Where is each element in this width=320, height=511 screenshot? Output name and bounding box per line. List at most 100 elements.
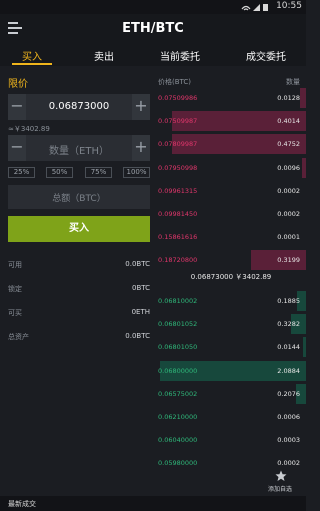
ask-depth-bar: [302, 157, 306, 178]
ask-quantity: 0.0002: [277, 210, 300, 218]
ask-price: 0.07509986: [158, 94, 198, 102]
order-type-selector[interactable]: 限价: [8, 75, 28, 90]
amount-stepper: − 数量（ETH） +: [8, 135, 150, 161]
bid-row[interactable]: 0.06210000 0.0006: [156, 406, 306, 428]
order-book-header: 价格(BTC) 数量: [156, 77, 306, 87]
price-stepper: − 0.06873000 +: [8, 94, 150, 120]
balance-value: 0ETH: [131, 308, 150, 316]
bid-price: 0.06801052: [158, 320, 198, 329]
price-increment-button[interactable]: +: [132, 94, 150, 120]
price-decrement-button[interactable]: −: [8, 94, 26, 120]
bid-row[interactable]: 0.06810002 0.1885: [156, 290, 306, 312]
order-form: 限价 − 0.06873000 + ≈￥3402.89 − 数量（ETH） + …: [0, 66, 156, 496]
balance-value: 0.0BTC: [125, 332, 150, 340]
ask-row[interactable]: 0.07509987 0.4014: [156, 110, 306, 132]
ask-row[interactable]: 0.18720800 0.3199: [156, 249, 306, 271]
balance-locked: 锁定 0BTC: [8, 284, 150, 296]
amount-input[interactable]: 数量（ETH）: [26, 142, 132, 157]
price-input[interactable]: 0.06873000: [26, 101, 132, 112]
bid-row[interactable]: 0.06575002 0.2076: [156, 383, 306, 405]
ask-row[interactable]: 0.07509986 0.0128: [156, 87, 306, 109]
balance-label: 总资产: [8, 333, 29, 341]
latest-trades-bar[interactable]: 最新成交: [0, 496, 306, 511]
percent-selector: 25% 50% 75% 100%: [8, 167, 150, 178]
add-favorite-button[interactable]: 添加自选: [262, 470, 298, 494]
balance-label: 锁定: [8, 285, 22, 293]
star-icon: [275, 470, 287, 481]
bid-price: 0.06810002: [158, 297, 198, 305]
ask-quantity: 0.0128: [277, 94, 300, 102]
bid-price: 0.06800000: [158, 366, 198, 375]
ask-quantity: 0.3199: [277, 256, 300, 265]
top-bar: ETH/BTC: [0, 14, 306, 44]
ask-row[interactable]: 0.15861616 0.0001: [156, 226, 306, 248]
ask-price: 0.07950998: [158, 163, 198, 172]
ask-price: 0.09981450: [158, 210, 198, 218]
ask-price: 0.07809987: [158, 140, 198, 149]
ask-price: 0.07509987: [158, 117, 198, 126]
bid-depth-bar: [303, 337, 306, 358]
ask-depth-bar: [300, 88, 306, 108]
bid-price: 0.05980000: [158, 459, 198, 468]
percent-25-button[interactable]: 25%: [8, 167, 35, 178]
pair-title: ETH/BTC: [122, 21, 184, 36]
balance-available: 可用 0.0BTC: [8, 260, 150, 272]
ask-quantity: 0.0096: [277, 163, 300, 172]
ask-price: 0.18720800: [158, 256, 198, 265]
ask-quantity: 0.4014: [277, 117, 300, 126]
total-input[interactable]: 总额（BTC）: [8, 185, 150, 209]
status-time: 10:55: [276, 1, 302, 11]
ask-price: 0.15861616: [158, 233, 198, 242]
bid-quantity: 0.2076: [277, 389, 300, 398]
percent-100-button[interactable]: 100%: [123, 167, 150, 178]
price-column-header: 价格(BTC): [158, 78, 192, 86]
balance-label: 可买: [8, 309, 22, 317]
percent-75-button[interactable]: 75%: [85, 167, 112, 178]
quantity-column-header: 数量: [286, 78, 300, 86]
trade-tabs: 买入 卖出 当前委托 成交委托: [0, 44, 306, 66]
bid-quantity: 2.0884: [277, 366, 300, 375]
bid-quantity: 0.3282: [277, 320, 300, 329]
bid-quantity: 0.1885: [277, 297, 300, 305]
ask-row[interactable]: 0.07809987 0.4752: [156, 133, 306, 155]
add-favorite-label: 添加自选: [267, 486, 292, 493]
status-bar: 10:55: [0, 0, 306, 14]
amount-decrement-button[interactable]: −: [8, 135, 26, 161]
bid-quantity: 0.0002: [277, 459, 300, 468]
ask-quantity: 0.0002: [277, 186, 300, 195]
bid-price: 0.06040000: [158, 436, 198, 445]
bid-row[interactable]: 0.06800000 2.0884: [156, 360, 306, 382]
bid-price: 0.06575002: [158, 389, 198, 398]
bid-row[interactable]: 0.06801050 0.0144: [156, 336, 306, 358]
bid-row[interactable]: 0.06801052 0.3282: [156, 313, 306, 335]
ask-row[interactable]: 0.07950998 0.0096: [156, 157, 306, 179]
tab-filled-orders[interactable]: 成交委托: [246, 48, 286, 63]
price-cny-estimate: ≈￥3402.89: [8, 125, 50, 133]
ask-price: 0.09961315: [158, 186, 198, 195]
tab-buy[interactable]: 买入: [22, 48, 42, 63]
ask-row[interactable]: 0.09981450 0.0002: [156, 203, 306, 225]
ask-row[interactable]: 0.09961315 0.0002: [156, 180, 306, 202]
bid-quantity: 0.0003: [277, 436, 300, 445]
ask-quantity: 0.4752: [277, 140, 300, 149]
last-price: 0.06873000 ￥3402.89: [190, 273, 272, 281]
tab-active-indicator: [12, 63, 52, 65]
percent-50-button[interactable]: 50%: [46, 167, 73, 178]
bid-row[interactable]: 0.06040000 0.0003: [156, 429, 306, 451]
balance-value: 0.0BTC: [125, 260, 150, 268]
balance-label: 可用: [8, 261, 22, 269]
amount-increment-button[interactable]: +: [132, 135, 150, 161]
balance-buyable: 可买 0ETH: [8, 308, 150, 320]
balance-value: 0BTC: [131, 284, 150, 292]
order-book: 价格(BTC) 数量 0.07509986 0.0128 0.07509987 0.4…: [156, 66, 306, 496]
tab-open-orders[interactable]: 当前委托: [160, 48, 200, 63]
tab-sell[interactable]: 卖出: [94, 48, 114, 63]
bid-quantity: 0.0006: [277, 413, 300, 421]
latest-trades-label: 最新成交: [8, 500, 36, 508]
total-placeholder: 总额（BTC）: [52, 194, 106, 204]
ask-quantity: 0.0001: [277, 233, 300, 242]
buy-button[interactable]: 买入: [8, 216, 150, 242]
bid-quantity: 0.0144: [277, 343, 300, 352]
signal-battery-icon: [241, 4, 268, 11]
bid-price: 0.06210000: [158, 413, 198, 421]
